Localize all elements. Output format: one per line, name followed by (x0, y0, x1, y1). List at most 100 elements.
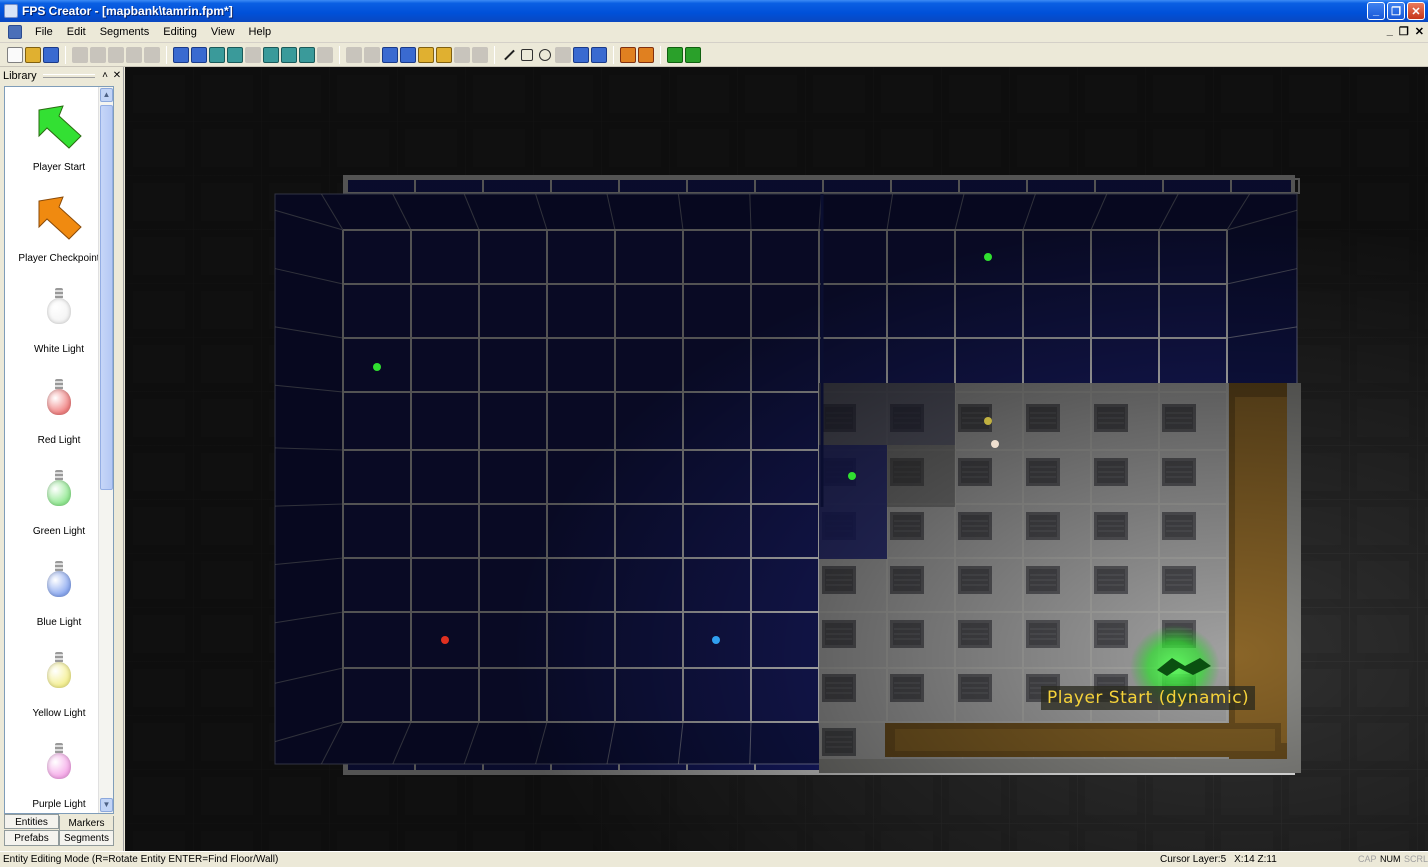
paint-icon[interactable] (346, 46, 362, 63)
line-tool-icon[interactable] (501, 47, 517, 63)
tab-segments[interactable]: Segments (59, 830, 114, 846)
map-viewport[interactable]: Player Start (dynamic) (125, 67, 1428, 851)
select-icon[interactable] (472, 46, 488, 63)
library-item-label: White Light (33, 344, 85, 355)
maximize-button[interactable]: ❐ (1387, 2, 1405, 20)
title-bar: FPS Creator - [mapbank\tamrin.fpm*] _ ❐ … (0, 0, 1428, 22)
redo-icon[interactable] (144, 46, 160, 63)
panel-pin-icon[interactable]: ˄ (99, 70, 111, 81)
blue-bulb-icon (29, 557, 89, 613)
pick-color-icon[interactable] (573, 46, 589, 63)
library-title: Library (3, 69, 37, 82)
library-item[interactable]: Player Checkpoint (5, 178, 113, 269)
layer-up-icon[interactable] (173, 46, 189, 63)
library-item[interactable]: Green Light (5, 451, 113, 542)
document-icon[interactable] (8, 25, 22, 39)
segment-icon[interactable] (382, 46, 398, 63)
tab-entities[interactable]: Entities (4, 814, 59, 829)
new-file-icon[interactable] (7, 46, 23, 63)
minimize-button[interactable]: _ (1367, 2, 1385, 20)
status-cap: CAP (1358, 854, 1377, 864)
mdi-close-button[interactable]: ✕ (1415, 25, 1424, 38)
magnify-icon[interactable] (317, 46, 333, 63)
view-top-icon[interactable] (263, 46, 279, 63)
cut-icon[interactable] (72, 46, 88, 63)
flags-icon[interactable] (638, 46, 654, 63)
layers-icon[interactable] (245, 46, 261, 63)
flag-icon[interactable] (620, 46, 636, 63)
scroll-down-icon[interactable]: ▼ (100, 798, 113, 812)
fill-tool-icon[interactable] (555, 46, 571, 63)
library-item-label: Blue Light (36, 617, 82, 628)
toolbar (0, 43, 1428, 67)
library-item-label: Green Light (32, 526, 86, 537)
layer-down-icon[interactable] (191, 46, 207, 63)
status-num: NUM (1380, 854, 1401, 864)
circle-tool-icon[interactable] (539, 48, 551, 61)
status-bar: Entity Editing Mode (R=Rotate Entity ENT… (0, 851, 1428, 866)
close-button[interactable]: ✕ (1407, 2, 1425, 20)
library-list: Player Start Player Checkpoint White Light… (4, 86, 114, 814)
status-mode: Entity Editing Mode (R=Rotate Entity ENT… (3, 854, 279, 865)
app-icon (4, 4, 18, 18)
open-folder-icon[interactable] (25, 46, 41, 63)
status-coords: X:14 Z:11 (1234, 854, 1277, 865)
white-bulb-icon (29, 284, 89, 340)
window-title: FPS Creator - [mapbank\tamrin.fpm*] (22, 4, 233, 18)
library-item[interactable]: Red Light (5, 360, 113, 451)
menu-file[interactable]: File (28, 23, 60, 42)
library-scrollbar[interactable]: ▲ ▼ (98, 87, 113, 813)
library-item-label: Red Light (37, 435, 81, 446)
map-canvas[interactable] (125, 67, 1428, 851)
library-item[interactable]: Player Start (5, 87, 113, 178)
library-item[interactable]: White Light (5, 269, 113, 360)
red-bulb-icon (29, 375, 89, 431)
scroll-thumb[interactable] (100, 105, 113, 490)
menu-view[interactable]: View (204, 23, 242, 42)
paste-icon[interactable] (108, 46, 124, 63)
tab-prefabs[interactable]: Prefabs (4, 830, 59, 846)
build-game-icon[interactable] (685, 46, 701, 63)
yellow-bulb-icon (29, 648, 89, 704)
panel-close-icon[interactable]: ✕ (111, 70, 123, 81)
menu-help[interactable]: Help (242, 23, 279, 42)
status-scrl: SCRL (1404, 854, 1428, 864)
library-item-label: Player Checkpoint (18, 253, 100, 264)
library-tabs: Entities Markers Prefabs Segments (4, 814, 114, 848)
menu-segments[interactable]: Segments (93, 23, 157, 42)
rotate-icon[interactable] (454, 46, 470, 63)
spray-icon[interactable] (591, 46, 607, 63)
segment-edit-icon[interactable] (400, 46, 416, 63)
menu-bar: File Edit Segments Editing View Help _ ❐… (0, 22, 1428, 43)
library-item-label: Purple Light (32, 799, 86, 810)
orange-arrow-icon (29, 193, 89, 249)
library-item[interactable]: Yellow Light (5, 633, 113, 724)
undo-icon[interactable] (126, 46, 142, 63)
library-item[interactable]: Purple Light (5, 724, 113, 813)
library-item-label: Player Start (32, 162, 86, 173)
view-3d-icon[interactable] (281, 46, 297, 63)
test-game-icon[interactable] (667, 46, 683, 63)
save-icon[interactable] (43, 46, 59, 63)
scroll-up-icon[interactable]: ▲ (100, 88, 113, 102)
library-panel: Library ˄ ✕ Player Start Player Checkpoin… (0, 67, 124, 851)
rectangle-tool-icon[interactable] (521, 48, 533, 61)
zoom-out-icon[interactable] (227, 46, 243, 63)
panel-grip[interactable] (42, 73, 95, 78)
library-item-label: Yellow Light (32, 708, 86, 719)
eraser-icon[interactable] (364, 46, 380, 63)
mdi-restore-button[interactable]: ❐ (1399, 25, 1409, 38)
library-item[interactable]: Blue Light (5, 542, 113, 633)
menu-editing[interactable]: Editing (156, 23, 204, 42)
zoom-in-icon[interactable] (209, 46, 225, 63)
menu-edit[interactable]: Edit (60, 23, 93, 42)
purple-bulb-icon (29, 739, 89, 795)
pick-icon[interactable] (418, 46, 434, 63)
brush-icon[interactable] (436, 46, 452, 63)
entity-label: Player Start (dynamic) (1041, 686, 1256, 710)
map-icon[interactable] (299, 46, 315, 63)
copy-icon[interactable] (90, 46, 106, 63)
green-bulb-icon (29, 466, 89, 522)
mdi-minimize-button[interactable]: _ (1387, 25, 1393, 38)
status-cursor-layer: Cursor Layer:5 (1160, 854, 1227, 865)
